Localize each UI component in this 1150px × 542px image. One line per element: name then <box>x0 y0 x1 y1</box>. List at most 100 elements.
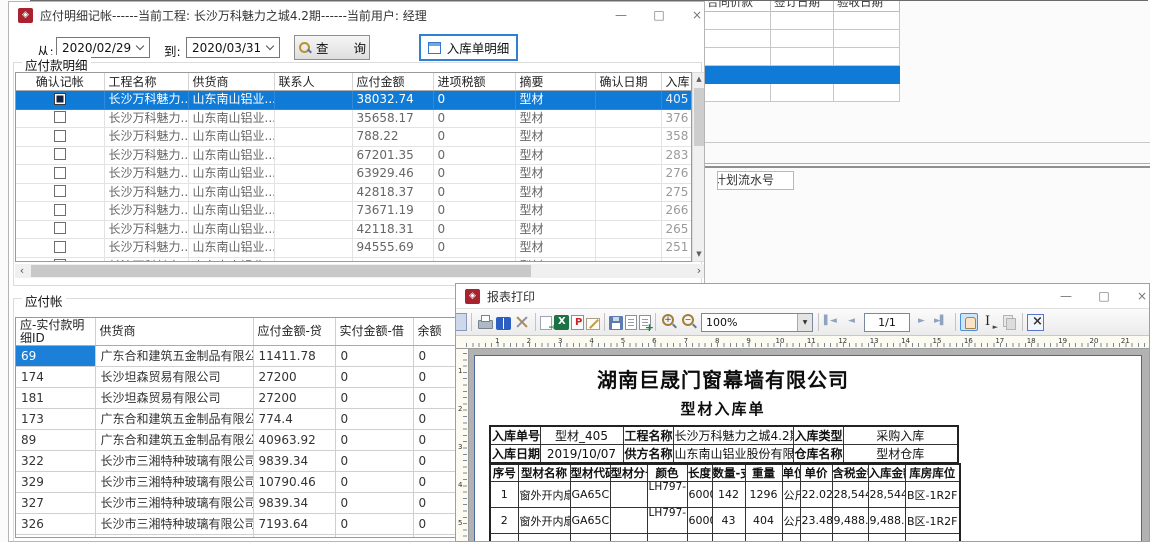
close-button[interactable]: × <box>1123 289 1150 303</box>
page-add-icon[interactable] <box>639 315 651 330</box>
table-row[interactable]: 长沙万科魅力...山东南山铝业...67201.350型材283 <box>16 146 691 165</box>
export-image-icon[interactable] <box>540 316 552 330</box>
scrollbar-thumb[interactable] <box>31 265 531 277</box>
scroll-right-icon[interactable]: › <box>692 264 705 278</box>
table-row[interactable]: 长沙万科魅力...山东南山铝业...73671.190型材266 <box>16 202 691 221</box>
table-row[interactable]: 长沙万科魅力...山东南山铝业...38032.740型材405 <box>16 91 691 110</box>
column-header[interactable]: 应-实付款明细ID <box>16 318 95 346</box>
maximize-button[interactable]: □ <box>1085 289 1123 303</box>
table-row[interactable]: 长沙万科魅力...山东南山铝业...3895.840型材252 <box>16 257 691 262</box>
id-cell[interactable] <box>16 535 95 539</box>
table-row[interactable]: 长沙万科魅力...山东南山铝业...35658.170型材376 <box>16 109 691 128</box>
maximize-button[interactable]: □ <box>640 8 678 22</box>
confirm-checkbox[interactable] <box>54 204 66 216</box>
column-header[interactable]: 确认日期 <box>595 73 661 91</box>
scrollbar-thumb[interactable] <box>694 88 704 146</box>
payable-account-table[interactable]: 应-实付款明细ID供货商应付金额-贷实付金额-借余额 69广东合和建筑五金制品有… <box>16 318 511 538</box>
zoom-level-combo[interactable]: 100%▼ <box>701 313 813 332</box>
column-header[interactable]: 应付金额 <box>352 73 433 91</box>
scroll-up-icon[interactable]: ▲ <box>693 73 705 86</box>
nav-first-icon[interactable] <box>823 313 841 331</box>
zoom-in-icon[interactable] <box>660 313 678 331</box>
confirm-checkbox[interactable] <box>54 148 66 160</box>
confirm-cell[interactable] <box>16 257 104 262</box>
copy-icon[interactable] <box>1000 313 1018 331</box>
confirm-cell[interactable] <box>16 165 104 184</box>
column-header[interactable]: 实付金额-借 <box>335 318 413 346</box>
query-button[interactable]: 查 询 <box>294 35 370 60</box>
table-row[interactable]: 长沙万科魅力...山东南山铝业...42118.310型材265 <box>16 220 691 239</box>
nav-prev-icon[interactable] <box>843 313 861 331</box>
mail-edit-icon[interactable] <box>586 318 600 330</box>
confirm-cell[interactable] <box>16 202 104 221</box>
confirm-checkbox[interactable] <box>54 167 66 179</box>
payable-detail-table[interactable]: 确认记帐工程名称供货商联系人应付金额进项税额摘要确认日期入库 长沙万科魅力...… <box>16 73 692 262</box>
confirm-cell[interactable] <box>16 109 104 128</box>
minimize-button[interactable]: — <box>602 8 640 22</box>
table-row[interactable]: 长沙万科魅力...山东南山铝业...94555.690型材251 <box>16 239 691 258</box>
tools-icon[interactable] <box>513 313 531 331</box>
confirm-checkbox[interactable] <box>54 93 66 105</box>
table-row[interactable]: 181长沙坦森贸易有限公司2720000 <box>16 388 510 409</box>
horizontal-scrollbar[interactable]: ‹ › <box>15 264 705 278</box>
panel-toggle-icon[interactable] <box>456 313 467 331</box>
zoom-out-icon[interactable] <box>680 313 698 331</box>
minimize-button[interactable]: — <box>1047 289 1085 303</box>
confirm-cell[interactable] <box>16 91 104 110</box>
table-row[interactable]: 69广东合和建筑五金制品有限公司11411.7800 <box>16 346 510 367</box>
table-row[interactable]: 174长沙坦森贸易有限公司2720000 <box>16 367 510 388</box>
table-row[interactable]: 326长沙市三湘特种玻璃有限公司7193.6400 <box>16 514 510 535</box>
confirm-checkbox[interactable] <box>54 111 66 123</box>
confirm-checkbox[interactable] <box>54 130 66 142</box>
vertical-scrollbar[interactable]: ▲ ▼ <box>692 72 705 262</box>
confirm-cell[interactable] <box>16 128 104 147</box>
save-icon[interactable] <box>609 316 623 330</box>
table-row[interactable]: 327长沙市三湘特种玻璃有限公司9839.3400 <box>16 493 510 514</box>
column-header[interactable]: 确认记帐 <box>16 73 104 91</box>
scroll-left-icon[interactable]: ‹ <box>15 264 29 278</box>
excel-icon[interactable] <box>554 315 569 330</box>
id-cell[interactable]: 89 <box>16 430 95 451</box>
column-header[interactable]: 摘要 <box>515 73 595 91</box>
nav-last-icon[interactable] <box>933 313 951 331</box>
page-number-box[interactable]: 1/1 <box>864 313 910 332</box>
printer-icon[interactable] <box>476 313 494 331</box>
hand-icon[interactable] <box>960 313 978 331</box>
title-bar[interactable]: ◈ 应付明细记帐------当前工程: 长沙万科魅力之城4.2期------当前… <box>9 2 704 28</box>
table-row[interactable]: 329长沙市三湘特种玻璃有限公司10790.4600 <box>16 472 510 493</box>
confirm-cell[interactable] <box>16 183 104 202</box>
page-icon[interactable] <box>625 315 637 330</box>
column-header[interactable]: 入库 <box>661 73 691 91</box>
confirm-checkbox[interactable] <box>54 185 66 197</box>
pdf-icon[interactable] <box>571 315 584 330</box>
column-header[interactable]: 进项税额 <box>433 73 515 91</box>
confirm-checkbox[interactable] <box>54 222 66 234</box>
close-button[interactable]: × <box>678 8 705 22</box>
id-cell[interactable]: 327 <box>16 493 95 514</box>
table-row[interactable]: 长沙万科魅力...山东南山铝业...42818.370型材275 <box>16 183 691 202</box>
close-preview-icon[interactable] <box>1027 314 1044 331</box>
table-row[interactable]: 89广东合和建筑五金制品有限公司40963.9200 <box>16 430 510 451</box>
column-header[interactable]: 工程名称 <box>104 73 188 91</box>
id-cell[interactable]: 69 <box>16 346 95 367</box>
to-date-select[interactable]: 2020/03/31 <box>186 37 280 58</box>
id-cell[interactable]: 329 <box>16 472 95 493</box>
confirm-checkbox[interactable] <box>54 241 66 253</box>
table-row[interactable]: 173广东合和建筑五金制品有限公司774.400 <box>16 409 510 430</box>
table-row[interactable]: 322长沙市三湘特种玻璃有限公司9839.3400 <box>16 451 510 472</box>
confirm-cell[interactable] <box>16 220 104 239</box>
table-row[interactable]: 长沙万科魅力...山东南山铝业...788.220型材358 <box>16 128 691 147</box>
book-icon[interactable] <box>496 317 511 330</box>
column-header[interactable]: 应付金额-贷 <box>253 318 335 346</box>
title-bar[interactable]: ◈ 报表打印 — □ × <box>456 284 1149 308</box>
scroll-down-icon[interactable]: ▼ <box>693 248 705 261</box>
id-cell[interactable]: 181 <box>16 388 95 409</box>
entry-detail-button[interactable]: 入库单明细 <box>419 34 518 61</box>
table-row[interactable]: 长沙市三湘特种玻璃有限公司 <box>16 535 510 539</box>
id-cell[interactable]: 173 <box>16 409 95 430</box>
confirm-checkbox[interactable] <box>54 259 66 262</box>
nav-next-icon[interactable] <box>913 313 931 331</box>
id-cell[interactable]: 322 <box>16 451 95 472</box>
id-cell[interactable]: 326 <box>16 514 95 535</box>
column-header[interactable]: 供货商 <box>188 73 274 91</box>
